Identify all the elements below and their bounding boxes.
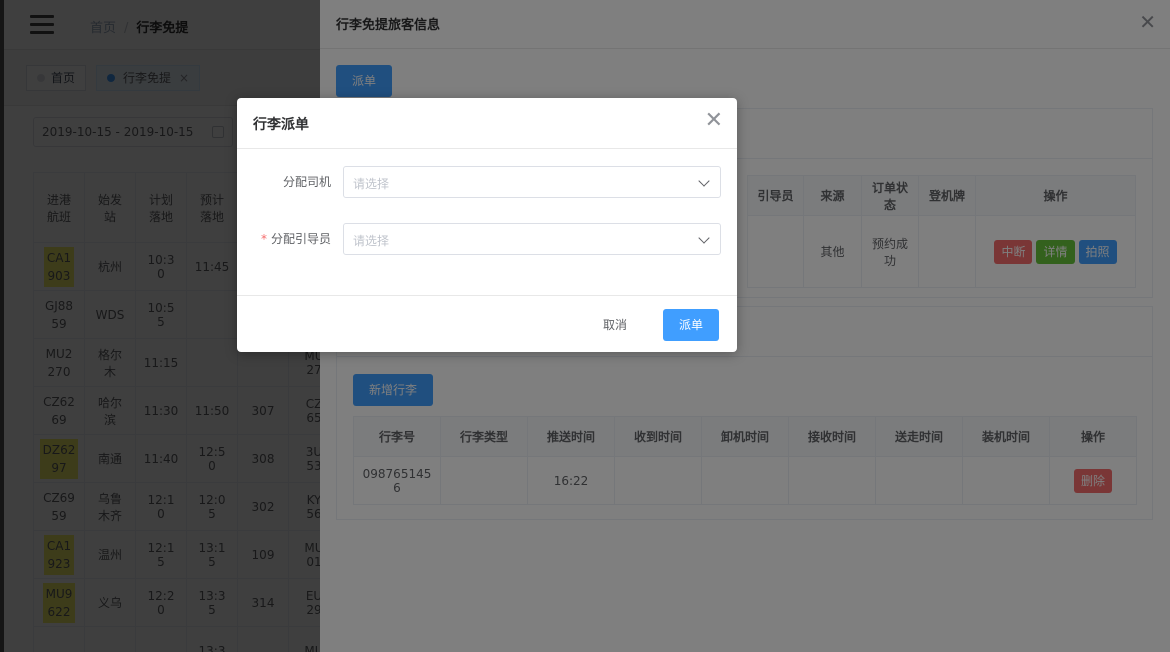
chevron-down-icon	[698, 232, 710, 244]
guide-select-placeholder: 请选择	[353, 234, 390, 248]
guide-label-text: 分配引导员	[270, 232, 331, 246]
confirm-dispatch-button[interactable]: 派单	[663, 309, 719, 341]
chevron-down-icon	[698, 175, 710, 187]
required-asterisk: *	[260, 232, 267, 246]
dialog-close-icon[interactable]: ✕	[705, 110, 723, 132]
driver-select[interactable]: 请选择	[343, 166, 721, 198]
driver-label: 分配司机	[237, 173, 331, 190]
dialog-header-divider	[237, 148, 737, 149]
driver-label-text: 分配司机	[282, 175, 331, 189]
guide-select[interactable]: 请选择	[343, 223, 721, 255]
dialog-title: 行李派单	[253, 117, 309, 133]
dialog-footer-divider	[237, 295, 737, 296]
baggage-dispatch-dialog: 行李派单 ✕ 分配司机 请选择 * 分配引导员 请选择 取消 派单	[237, 98, 737, 352]
driver-select-placeholder: 请选择	[353, 177, 390, 191]
cancel-button[interactable]: 取消	[603, 309, 627, 341]
guide-label: * 分配引导员	[237, 230, 331, 247]
